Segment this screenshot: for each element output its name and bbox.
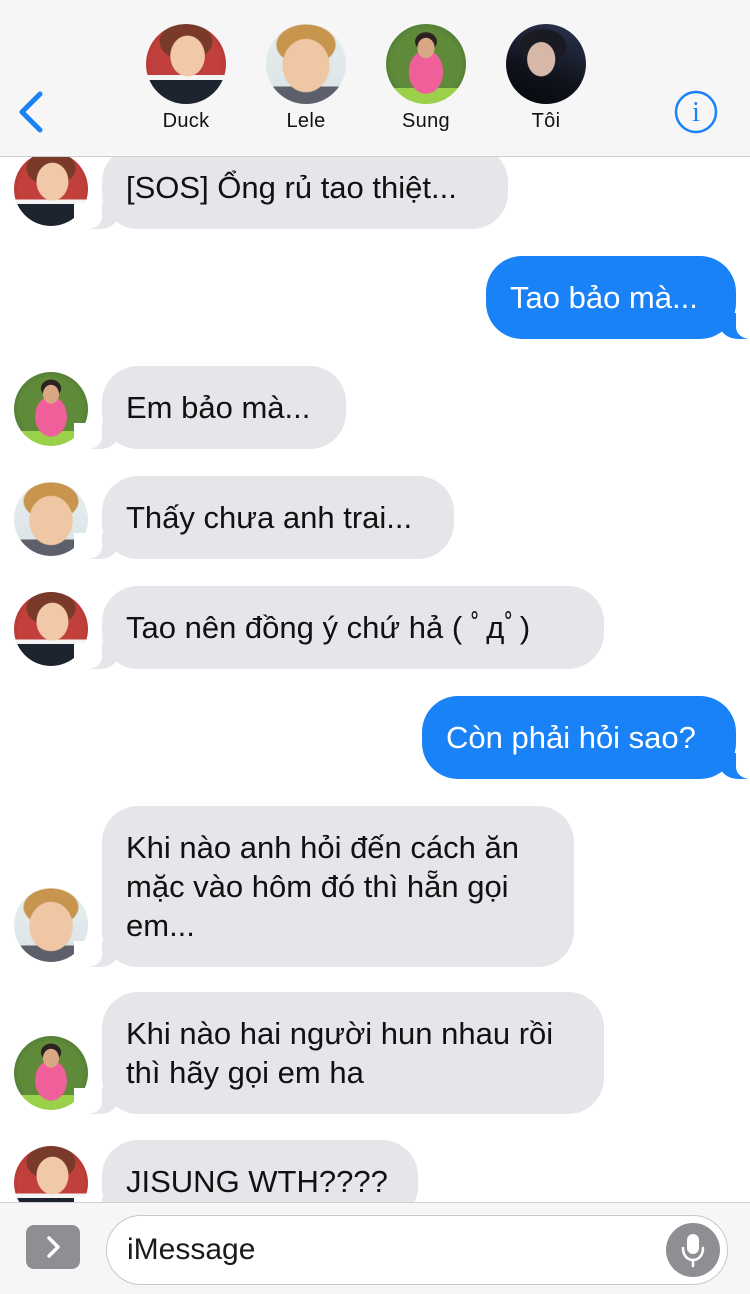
imessage-screen: [SOS] Ổng rủ tao thiệt... Tao bảo mà... … xyxy=(0,0,750,1294)
message-text: [SOS] Ổng rủ tao thiệt... xyxy=(126,170,457,205)
svg-text:i: i xyxy=(692,97,700,128)
message-bubble-outgoing[interactable]: Còn phải hỏi sao? xyxy=(422,696,750,779)
participant-duck[interactable]: Duck xyxy=(136,24,236,133)
chevron-left-icon xyxy=(19,91,43,133)
message-list: [SOS] Ổng rủ tao thiệt... Tao bảo mà... … xyxy=(0,0,750,1294)
message-text: Khi nào anh hỏi đến cách ăn mặc vào hôm … xyxy=(126,830,519,943)
avatar xyxy=(386,24,466,104)
message-text: Tao nên đồng ý chứ hả ( ﾟдﾟ) xyxy=(126,610,531,645)
message-bubble-incoming[interactable]: Em bảo mà... xyxy=(74,366,346,449)
message-text: Khi nào hai người hun nhau rồi thì hãy g… xyxy=(126,1016,554,1090)
participant-name: Sung xyxy=(402,110,450,132)
message-bubble-incoming[interactable]: Khi nào anh hỏi đến cách ăn mặc vào hôm … xyxy=(74,806,574,967)
message-text: Em bảo mà... xyxy=(126,390,311,425)
message-bubble-incoming[interactable]: Khi nào hai người hun nhau rồi thì hãy g… xyxy=(74,992,604,1114)
message-bubble-incoming[interactable]: Thấy chưa anh trai... xyxy=(74,476,454,559)
message-text: Tao bảo mà... xyxy=(510,280,698,315)
participant-name: Duck xyxy=(162,110,210,132)
participant-name: Tôi xyxy=(531,110,561,132)
conversation-header: Duck Lele Sung Tôi i xyxy=(0,0,750,157)
message-bubble-incoming[interactable]: [SOS] Ổng rủ tao thiệt... xyxy=(74,146,508,229)
message-text: Còn phải hỏi sao? xyxy=(446,720,696,755)
composer-bar xyxy=(0,1202,750,1294)
avatar xyxy=(266,24,346,104)
microphone-icon xyxy=(681,1234,705,1268)
message-text: Thấy chưa anh trai... xyxy=(126,500,413,535)
message-bubble-incoming[interactable]: Tao nên đồng ý chứ hả ( ﾟдﾟ) xyxy=(74,586,604,669)
info-button[interactable]: i xyxy=(674,90,718,134)
chevron-right-icon xyxy=(47,1236,60,1258)
avatar xyxy=(506,24,586,104)
message-input[interactable] xyxy=(106,1215,728,1285)
apps-button[interactable] xyxy=(26,1225,80,1269)
participant-name: Lele xyxy=(286,110,326,132)
participant-lele[interactable]: Lele xyxy=(256,24,356,133)
back-button[interactable] xyxy=(14,88,50,136)
microphone-button[interactable] xyxy=(666,1223,720,1277)
participant-toi[interactable]: Tôi xyxy=(496,24,596,133)
avatar xyxy=(146,24,226,104)
message-bubble-outgoing[interactable]: Tao bảo mà... xyxy=(486,256,750,339)
participant-sung[interactable]: Sung xyxy=(376,24,476,133)
info-circle-icon: i xyxy=(674,90,718,134)
